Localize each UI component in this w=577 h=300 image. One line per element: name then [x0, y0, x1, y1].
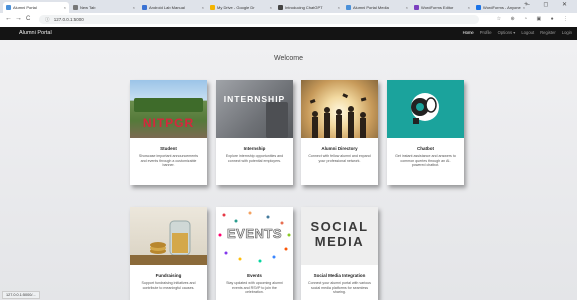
status-bar: 127.0.0.1:5000/... — [2, 291, 40, 299]
card-description: Support fundraising initiatives and cont… — [141, 281, 196, 290]
tab-label: Introducing ChatGPT — [285, 5, 323, 10]
card-title: Internship — [243, 146, 266, 151]
reload-icon[interactable]: C — [26, 16, 30, 22]
browser-tab[interactable]: My Drive - Google Dr × — [207, 2, 275, 13]
nav-profile-link[interactable]: Profile — [480, 30, 492, 35]
browser-toolbar: ← → C ⓘ 127.0.0.1:5000 ☆ ⊕ ◔ ▣ ● ⋮ — [0, 13, 577, 28]
card-student[interactable]: NITPGR Student Showcase important announ… — [130, 80, 207, 185]
main-content: Welcome NITPGR Student Showcase importan… — [0, 40, 577, 300]
browser-tab[interactable]: WordForms - Anyone × — [473, 2, 525, 13]
welcome-heading: Welcome — [273, 55, 304, 62]
card-social-media[interactable]: SOCIAL MEDIA Social Media Integration Co… — [301, 207, 378, 300]
nav-links: Home Profile Options ▾ Logout Register L… — [463, 30, 572, 35]
browser-tab[interactable]: Alumni Portal Media × — [343, 2, 411, 13]
internship-banner-text: INTERNSHIP — [223, 94, 286, 104]
card-fundraising[interactable]: Fundraising Support fundraising initiati… — [130, 207, 207, 300]
student-image: NITPGR — [130, 80, 207, 138]
forward-icon[interactable]: → — [15, 15, 22, 22]
tab-label: My Drive - Google Dr — [217, 5, 255, 10]
tab-close-icon[interactable]: × — [466, 5, 470, 10]
toolbar-extension-icons[interactable]: ☆ ⊕ ◔ ▣ ● ⋮ — [497, 16, 572, 22]
card-alumni-directory[interactable]: Alumni Directory Connect with fellow alu… — [301, 80, 378, 185]
tab-close-icon[interactable]: × — [131, 5, 135, 10]
tab-label: WordForms - Anyone — [483, 5, 521, 10]
browser-tab[interactable]: Android Lab Manual × — [139, 2, 207, 13]
tab-favicon-icon — [6, 5, 11, 10]
card-description: Get instant assistance and answers to co… — [395, 154, 456, 168]
tab-close-icon[interactable]: × — [336, 5, 340, 10]
tab-label: Alumni Portal Media — [353, 5, 389, 10]
tab-label: New Tab — [80, 5, 96, 10]
tab-close-icon[interactable]: × — [62, 5, 66, 10]
tab-close-icon[interactable]: × — [200, 5, 204, 10]
tab-favicon-icon — [73, 5, 78, 10]
browser-tab-strip: Alumni Portal × New Tab × Android Lab Ma… — [0, 0, 577, 13]
tab-favicon-icon — [210, 5, 215, 10]
address-url: 127.0.0.1:5000 — [53, 17, 84, 22]
browser-tab[interactable]: WordForms Editor × — [411, 2, 473, 13]
card-title: Alumni Directory — [321, 146, 358, 151]
card-description: Connect with fellow alumni and expand yo… — [308, 154, 371, 163]
tab-label: Alumni Portal — [13, 5, 37, 10]
card-description: Stay updated with upcoming alumni events… — [226, 281, 283, 295]
card-title: Fundraising — [155, 273, 182, 278]
tab-favicon-icon — [476, 5, 481, 10]
student-banner-text: NITPGR — [142, 116, 195, 130]
alumni-directory-image — [301, 80, 378, 138]
card-title: Student — [160, 146, 177, 151]
events-image: EVENTS — [216, 207, 293, 265]
chatbot-icon — [411, 93, 439, 124]
chatbot-image — [387, 80, 464, 138]
tab-label: WordForms Editor — [421, 5, 454, 10]
graduates-silhouette-icon — [309, 93, 367, 138]
fundraising-image — [130, 207, 207, 265]
social-media-image: SOCIAL MEDIA — [301, 207, 378, 265]
browser-tab[interactable]: Introducing ChatGPT × — [275, 2, 343, 13]
browser-tab[interactable]: New Tab × — [70, 2, 138, 13]
internship-image: INTERNSHIP — [216, 80, 293, 138]
social-media-banner-text: SOCIAL MEDIA — [310, 219, 369, 249]
events-banner-text: EVENTS — [226, 226, 282, 242]
back-icon[interactable]: ← — [5, 15, 12, 22]
nav-options-dropdown[interactable]: Options ▾ — [498, 30, 516, 35]
nav-home-link[interactable]: Home — [463, 30, 474, 35]
browser-tab[interactable]: Alumni Portal × — [3, 2, 69, 13]
tab-favicon-icon — [142, 5, 147, 10]
site-info-icon[interactable]: ⓘ — [45, 17, 50, 22]
tab-close-icon[interactable]: × — [404, 5, 408, 10]
tab-label: Android Lab Manual — [149, 5, 185, 10]
address-bar[interactable]: ⓘ 127.0.0.1:5000 — [39, 15, 479, 24]
site-navbar: Alumni Portal Home Profile Options ▾ Log… — [0, 27, 577, 40]
card-description: Showcase important announcements and eve… — [138, 154, 199, 168]
nav-logout-link[interactable]: Logout — [521, 30, 534, 35]
tab-close-icon[interactable]: × — [268, 5, 272, 10]
coin-jar-icon — [130, 220, 207, 265]
site-brand[interactable]: Alumni Portal — [19, 30, 52, 36]
tab-favicon-icon — [414, 5, 419, 10]
card-events[interactable]: EVENTS Events Stay updated with upcoming… — [216, 207, 293, 300]
tab-favicon-icon — [278, 5, 283, 10]
card-title: Social Media Integration — [313, 273, 366, 278]
card-description: Explore internship opportunities and con… — [225, 154, 284, 163]
card-internship[interactable]: INTERNSHIP Internship Explore internship… — [216, 80, 293, 185]
nav-register-link[interactable]: Register — [540, 30, 556, 35]
tab-favicon-icon — [346, 5, 351, 10]
card-chatbot[interactable]: Chatbot Get instant assistance and answe… — [387, 80, 464, 185]
window-controls[interactable]: – ◻ ✕ — [526, 1, 573, 8]
card-title: Chatbot — [417, 146, 434, 151]
card-description: Connect your alumni portal with various … — [308, 281, 371, 295]
nav-login-link[interactable]: Login — [562, 30, 572, 35]
card-title: Events — [247, 273, 262, 278]
